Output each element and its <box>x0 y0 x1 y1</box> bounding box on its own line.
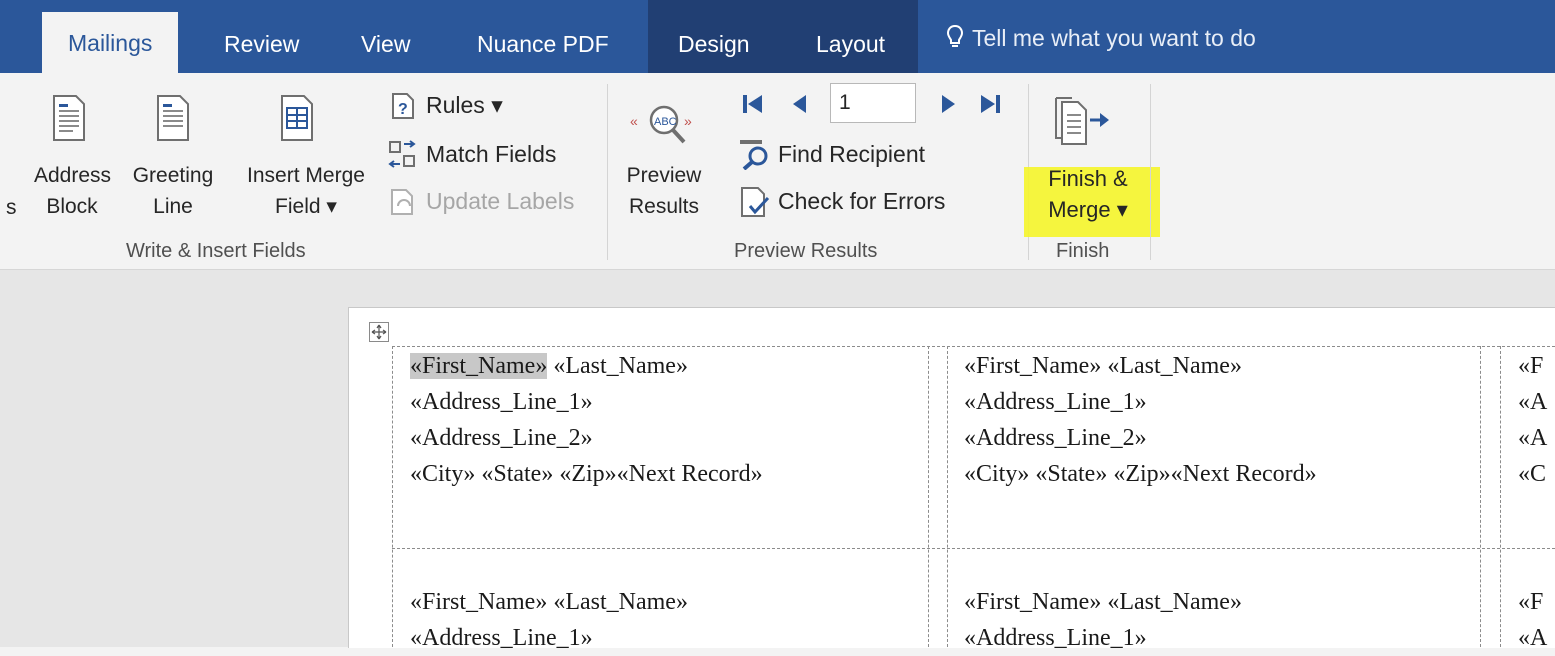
group-separator <box>1150 84 1151 260</box>
check-for-errors-button[interactable]: Check for Errors <box>778 188 945 215</box>
update-labels-button[interactable]: Update Labels <box>426 188 574 215</box>
first-record-icon[interactable] <box>740 92 764 116</box>
tab-design[interactable]: Design <box>678 0 750 73</box>
table-gridline <box>1500 346 1501 647</box>
tell-me-search[interactable]: Tell me what you want to do <box>946 24 1256 52</box>
label-cell[interactable]: «F «A <box>1518 584 1547 656</box>
greeting-line-icon <box>157 95 189 141</box>
svg-text:«: « <box>630 113 638 129</box>
label-cell[interactable]: «First_Name» «Last_Name» «Address_Line_1… <box>410 348 763 492</box>
preview-results-button[interactable]: Preview Results <box>616 160 712 222</box>
table-move-handle[interactable] <box>369 322 389 342</box>
label-cell[interactable]: «First_Name» «Last_Name» «Address_Line_1… <box>964 584 1242 656</box>
table-gridline <box>947 346 948 647</box>
match-fields-icon <box>388 140 416 168</box>
last-record-icon[interactable] <box>978 92 1004 116</box>
preview-results-group-label: Preview Results <box>734 240 878 262</box>
address-block-icon <box>53 95 85 141</box>
rules-button[interactable]: Rules ▾ <box>426 92 503 119</box>
finish-group-label: Finish <box>1056 240 1110 262</box>
tab-view[interactable]: View <box>361 0 410 73</box>
next-record-icon[interactable] <box>938 92 958 116</box>
svg-text:?: ? <box>398 101 408 118</box>
check-for-errors-icon <box>741 187 770 217</box>
table-gridline <box>928 346 929 647</box>
table-gridline <box>392 548 1555 549</box>
record-number-input[interactable]: 1 <box>830 83 916 123</box>
greeting-line-button[interactable]: Greeting Line <box>118 160 228 222</box>
find-recipient-icon <box>740 140 768 170</box>
cut-button-label: s <box>6 196 17 219</box>
previous-record-icon[interactable] <box>790 92 810 116</box>
tab-layout[interactable]: Layout <box>816 0 885 73</box>
svg-text:»: » <box>684 113 692 129</box>
tab-mailings[interactable]: Mailings <box>42 12 179 73</box>
group-separator <box>607 84 608 260</box>
match-fields-button[interactable]: Match Fields <box>426 141 556 168</box>
insert-merge-field-button[interactable]: Insert Merge Field ▾ <box>234 160 378 222</box>
tell-me-text: Tell me what you want to do <box>972 25 1256 51</box>
table-gridline <box>1480 346 1481 647</box>
tab-review[interactable]: Review <box>224 0 299 73</box>
insert-merge-field-icon <box>281 95 313 141</box>
find-recipient-button[interactable]: Find Recipient <box>778 141 925 168</box>
finish-merge-icon <box>1055 97 1109 145</box>
tab-nuance-pdf[interactable]: Nuance PDF <box>477 0 609 73</box>
move-arrows-icon <box>371 324 387 340</box>
label-cell[interactable]: «F «A «A «C <box>1518 348 1547 492</box>
table-gridline <box>392 346 393 647</box>
label-cell[interactable]: «First_Name» «Last_Name» «Address_Line_1… <box>410 584 688 656</box>
svg-text:ABC: ABC <box>654 116 677 128</box>
update-labels-icon <box>391 189 413 215</box>
address-block-button[interactable]: Address Block <box>34 160 111 222</box>
rules-icon: ? <box>392 93 414 119</box>
finish-merge-button[interactable]: Finish & Merge ▾ <box>1028 163 1148 225</box>
write-insert-fields-group-label: Write & Insert Fields <box>126 240 306 262</box>
preview-results-icon: « » ABC <box>630 105 692 144</box>
selected-merge-field[interactable]: «First_Name» <box>410 353 548 379</box>
lightbulb-icon <box>946 24 964 47</box>
label-cell[interactable]: «First_Name» «Last_Name» «Address_Line_1… <box>964 348 1317 492</box>
ribbon-tab-bar: Mailings Review View Nuance PDF Design L… <box>0 0 1555 73</box>
table-gridline <box>392 346 1555 347</box>
